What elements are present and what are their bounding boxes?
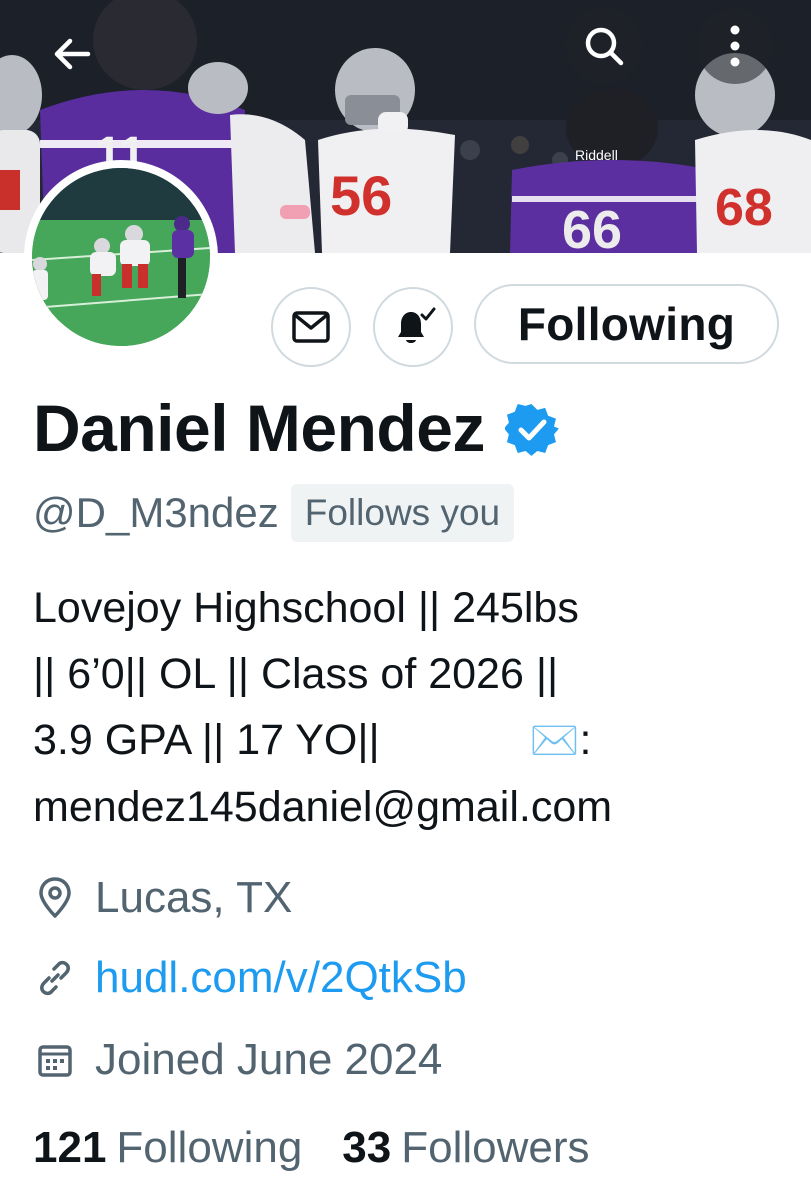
avatar-photo	[32, 168, 210, 346]
calendar-icon	[33, 1038, 77, 1082]
website-link[interactable]: hudl.com/v/2QtkSb	[95, 948, 467, 1008]
bio-line: Lovejoy Highschool || 245lbs	[33, 584, 579, 632]
search-icon	[585, 27, 624, 66]
svg-text:56: 56	[330, 164, 392, 227]
svg-text:68: 68	[715, 179, 773, 237]
location-text: Lucas, TX	[95, 873, 293, 922]
username-handle: @D_M3ndez	[33, 489, 279, 536]
arrow-left-icon	[54, 38, 91, 70]
followers-count: 33	[342, 1123, 392, 1172]
location-row: Lucas, TX	[33, 868, 292, 928]
display-name: Daniel Mendez	[33, 391, 485, 465]
following-stat[interactable]: 121 Following	[33, 1123, 302, 1173]
following-button-label: Following	[517, 298, 736, 350]
verified-badge-icon[interactable]	[504, 403, 559, 457]
follows-you-badge: Follows you	[290, 484, 515, 542]
link-icon	[33, 956, 77, 1000]
location-pin-icon	[33, 876, 77, 920]
followers-stat[interactable]: 33 Followers	[342, 1123, 589, 1173]
profile-bio: Lovejoy Highschool || 245lbs || 6’0|| OL…	[33, 575, 773, 840]
joined-row: Joined June 2024	[33, 1030, 442, 1090]
svg-text:66: 66	[562, 200, 622, 253]
bio-envelope-colon: :	[579, 716, 592, 764]
display-name-row: Daniel Mendez	[33, 388, 559, 468]
more-vertical-icon	[730, 25, 740, 67]
envelope-emoji-icon: ✉️	[529, 718, 580, 764]
bio-line: || 6’0|| OL || Class of 2026 ||	[33, 650, 559, 698]
bell-subscribed-icon	[398, 307, 436, 343]
more-options-button[interactable]	[697, 8, 773, 84]
bio-line: 3.9 GPA || 17 YO|| ✉️:	[33, 707, 773, 774]
joined-date: Joined June 2024	[95, 1035, 443, 1084]
bio-email[interactable]: mendez145daniel@gmail.com	[33, 774, 773, 840]
bio-line-text: 3.9 GPA || 17 YO||	[33, 716, 380, 764]
mail-icon	[292, 311, 330, 343]
handle-row: @D_M3ndez Follows you	[33, 483, 515, 543]
followers-label: Followers	[401, 1123, 590, 1172]
avatar[interactable]	[24, 160, 218, 354]
following-label: Following	[116, 1123, 303, 1172]
message-button[interactable]	[271, 287, 351, 367]
search-button[interactable]	[566, 8, 642, 84]
website-row[interactable]: hudl.com/v/2QtkSb	[33, 948, 467, 1008]
following-button[interactable]: Following	[474, 284, 779, 364]
follow-stats: 121 Following 33 Followers	[33, 1123, 630, 1173]
notifications-button[interactable]	[373, 287, 453, 367]
following-count: 121	[33, 1123, 107, 1172]
back-button[interactable]	[34, 16, 110, 92]
